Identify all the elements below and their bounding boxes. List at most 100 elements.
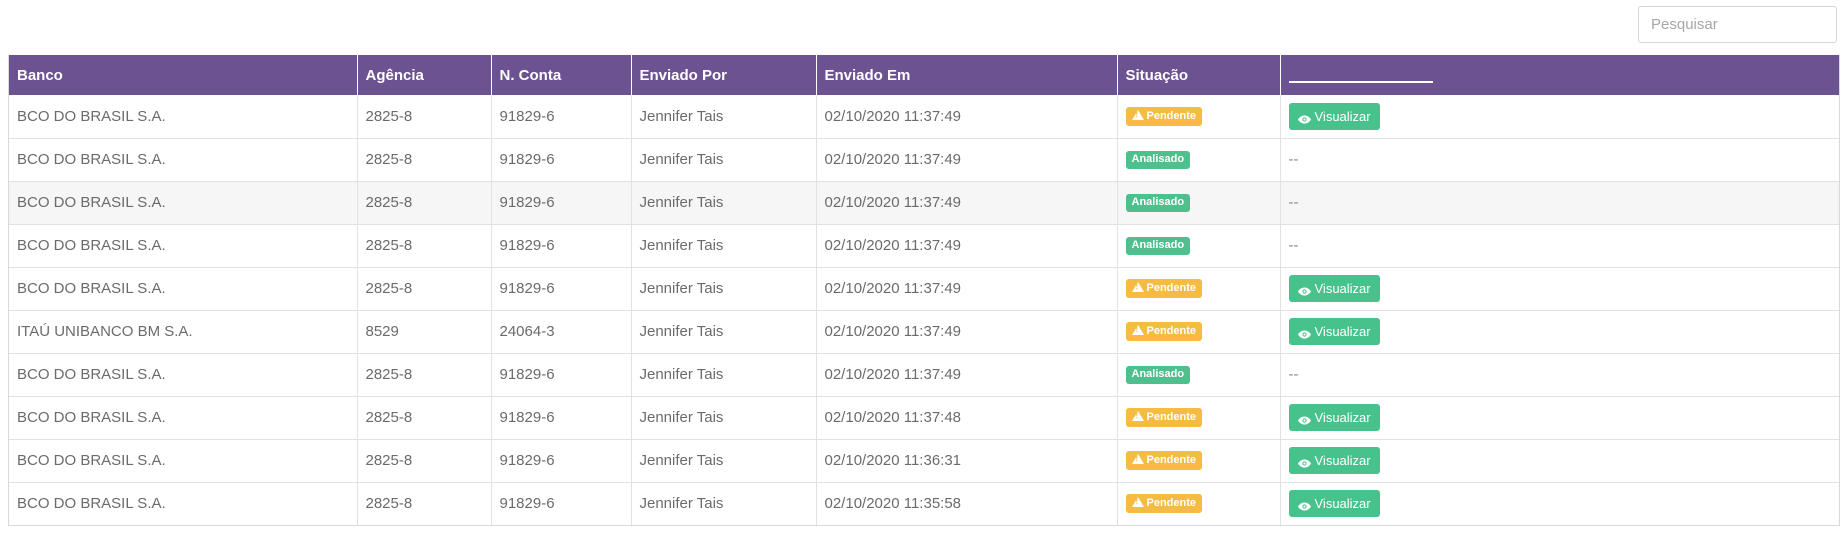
cell-conta: 91829-6: [491, 180, 632, 224]
table-body: BCO DO BRASIL S.A. 2825-8 91829-6 Jennifer …: [9, 95, 1839, 525]
header-agencia[interactable]: Agência: [357, 55, 492, 95]
header-enviado-por[interactable]: Enviado Por: [631, 55, 817, 95]
cell-enviado-por: Jennifer Tais: [631, 180, 817, 224]
cell-agencia: 2825-8: [357, 95, 492, 138]
cell-banco: BCO DO BRASIL S.A.: [9, 266, 358, 310]
cell-banco: BCO DO BRASIL S.A.: [9, 137, 358, 181]
cell-conta: 91829-6: [491, 266, 632, 310]
view-button[interactable]: Visualizar: [1288, 447, 1380, 474]
no-action-placeholder: --: [1288, 194, 1299, 211]
status-badge: Analisado: [1125, 236, 1191, 255]
status-badge-label: Pendente: [1146, 325, 1197, 337]
table-row: BCO DO BRASIL S.A. 2825-8 91829-6 Jennifer …: [9, 266, 1839, 310]
cell-enviado-em: 02/10/2020 11:37:49: [816, 352, 1118, 396]
cell-banco: BCO DO BRASIL S.A.: [9, 180, 358, 224]
cell-enviado-em: 02/10/2020 11:35:58: [816, 481, 1118, 525]
status-badge: Pendente: [1125, 494, 1203, 514]
view-button[interactable]: Visualizar: [1288, 490, 1380, 518]
cell-acao: Visualizar: [1280, 309, 1839, 353]
warning-icon: [1131, 282, 1144, 292]
cell-banco: ITAÚ UNIBANCO BM S.A.: [9, 309, 358, 353]
cell-conta: 91829-6: [491, 352, 632, 396]
data-table: Banco Agência N. Conta Enviado Por Envia…: [9, 55, 1839, 525]
cell-enviado-por: Jennifer Tais: [631, 266, 817, 310]
header-actions: [1280, 55, 1839, 95]
warning-icon: [1131, 411, 1144, 421]
warning-icon: [1131, 325, 1144, 335]
cell-enviado-por: Jennifer Tais: [631, 395, 817, 439]
header-situacao[interactable]: Situação: [1117, 55, 1281, 95]
cell-situacao: Pendente: [1117, 95, 1281, 138]
eye-icon: [1297, 284, 1311, 296]
cell-agencia: 2825-8: [357, 137, 492, 181]
header-actions-underline: [1288, 69, 1433, 83]
cell-situacao: Analisado: [1117, 223, 1281, 267]
header-conta[interactable]: N. Conta: [491, 55, 632, 95]
cell-acao: Visualizar: [1280, 95, 1839, 138]
cell-conta: 91829-6: [491, 481, 632, 525]
eye-icon: [1297, 327, 1311, 339]
view-button-label: Visualizar: [1314, 324, 1371, 339]
cell-conta: 91829-6: [491, 137, 632, 181]
cell-agencia: 2825-8: [357, 481, 492, 525]
cell-situacao: Analisado: [1117, 180, 1281, 224]
status-badge: Analisado: [1125, 150, 1191, 169]
cell-agencia: 2825-8: [357, 223, 492, 267]
view-button-label: Visualizar: [1314, 410, 1371, 425]
cell-enviado-por: Jennifer Tais: [631, 481, 817, 525]
cell-banco: BCO DO BRASIL S.A.: [9, 352, 358, 396]
view-button[interactable]: Visualizar: [1288, 404, 1380, 431]
view-button[interactable]: Visualizar: [1288, 275, 1380, 302]
cell-conta: 91829-6: [491, 438, 632, 482]
view-button[interactable]: Visualizar: [1288, 318, 1380, 345]
view-button[interactable]: Visualizar: [1288, 102, 1380, 130]
table-row: BCO DO BRASIL S.A. 2825-8 91829-6 Jennifer …: [9, 137, 1839, 181]
cell-banco: BCO DO BRASIL S.A.: [9, 438, 358, 482]
cell-acao: --: [1280, 352, 1839, 396]
view-button-label: Visualizar: [1314, 453, 1371, 468]
cell-enviado-por: Jennifer Tais: [631, 95, 817, 138]
status-badge-label: Analisado: [1131, 238, 1185, 251]
status-badge: Pendente: [1125, 279, 1203, 298]
cell-situacao: Pendente: [1117, 481, 1281, 525]
header-banco[interactable]: Banco: [9, 55, 358, 95]
status-badge-label: Analisado: [1131, 195, 1185, 208]
status-badge-label: Analisado: [1131, 152, 1185, 165]
view-button-label: Visualizar: [1314, 281, 1371, 296]
search-input[interactable]: [1638, 6, 1837, 43]
status-badge-label: Pendente: [1146, 282, 1197, 294]
table-row: ITAÚ UNIBANCO BM S.A. 8529 24064-3 Jennifer…: [9, 309, 1839, 353]
cell-agencia: 2825-8: [357, 180, 492, 224]
cell-acao: --: [1280, 137, 1839, 181]
status-badge: Analisado: [1125, 193, 1191, 212]
page: Banco Agência N. Conta Enviado Por Envia…: [0, 0, 1843, 535]
cell-situacao: Pendente: [1117, 309, 1281, 353]
cell-situacao: Analisado: [1117, 137, 1281, 181]
status-badge-label: Pendente: [1146, 411, 1197, 423]
cell-agencia: 2825-8: [357, 438, 492, 482]
cell-enviado-em: 02/10/2020 11:37:49: [816, 309, 1118, 353]
cell-enviado-por: Jennifer Tais: [631, 438, 817, 482]
cell-enviado-em: 02/10/2020 11:37:49: [816, 137, 1118, 181]
cell-enviado-em: 02/10/2020 11:37:49: [816, 266, 1118, 310]
status-badge: Pendente: [1125, 451, 1203, 470]
no-action-placeholder: --: [1288, 237, 1299, 254]
header-enviado-em[interactable]: Enviado Em: [816, 55, 1118, 95]
eye-icon: [1297, 413, 1311, 425]
cell-conta: 91829-6: [491, 95, 632, 138]
cell-agencia: 2825-8: [357, 266, 492, 310]
status-badge: Pendente: [1125, 408, 1203, 427]
table-container: Banco Agência N. Conta Enviado Por Envia…: [8, 55, 1840, 526]
cell-enviado-por: Jennifer Tais: [631, 137, 817, 181]
cell-conta: 91829-6: [491, 395, 632, 439]
cell-acao: Visualizar: [1280, 395, 1839, 439]
cell-banco: BCO DO BRASIL S.A.: [9, 395, 358, 439]
table-header: Banco Agência N. Conta Enviado Por Envia…: [9, 55, 1839, 95]
cell-agencia: 2825-8: [357, 352, 492, 396]
table-row: BCO DO BRASIL S.A. 2825-8 91829-6 Jennifer …: [9, 438, 1839, 482]
cell-conta: 91829-6: [491, 223, 632, 267]
table-row: BCO DO BRASIL S.A. 2825-8 91829-6 Jennifer …: [9, 395, 1839, 439]
no-action-placeholder: --: [1288, 151, 1299, 168]
no-action-placeholder: --: [1288, 366, 1299, 383]
cell-acao: Visualizar: [1280, 438, 1839, 482]
